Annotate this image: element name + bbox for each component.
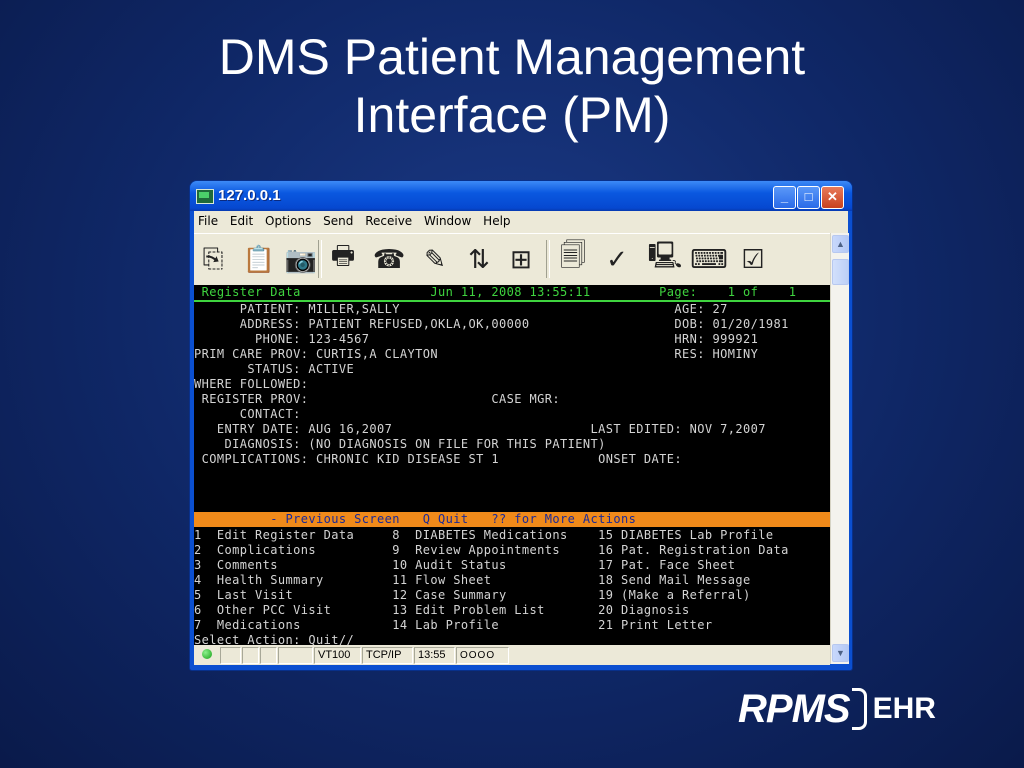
minimize-button[interactable]: _	[773, 186, 796, 209]
check-icon[interactable]: ☑	[738, 243, 768, 275]
vertical-scrollbar[interactable]: ▲ ▼	[830, 233, 849, 664]
status-bar: VT100 TCP/IP 13:55 OOOO	[194, 645, 830, 665]
status-cell-empty	[260, 647, 277, 664]
close-button[interactable]: ✕	[821, 186, 844, 209]
menu-file[interactable]: File	[194, 211, 222, 228]
action-row[interactable]: 5 Last Visit 12 Case Summary 19 (Make a …	[194, 588, 751, 603]
paste-icon[interactable]: 📋	[243, 243, 275, 275]
scroll-down-button[interactable]: ▼	[832, 644, 849, 662]
slide-title-line-2: Interface (PM)	[353, 87, 671, 143]
action-bar-text: - Previous Screen Q Quit ?? for More Act…	[194, 512, 637, 526]
status-cell-empty	[278, 647, 313, 664]
connection-status-icon	[202, 649, 212, 659]
terminal-line: ENTRY DATE: AUG 16,2007 LAST EDITED: NOV…	[194, 422, 766, 436]
status-time: 13:55	[414, 647, 455, 664]
rpms-ehr-logo: RPMS EHR	[738, 686, 936, 732]
terminal-screen[interactable]: Register Data Jun 11, 2008 13:55:11 Page…	[194, 285, 830, 645]
status-cell-empty	[220, 647, 241, 664]
action-row[interactable]: 1 Edit Register Data 8 DIABETES Medicati…	[194, 528, 773, 543]
menu-bar: File Edit Options Send Receive Window He…	[194, 211, 848, 233]
maximize-button[interactable]: □	[797, 186, 820, 209]
menu-edit[interactable]: Edit	[226, 211, 257, 228]
status-indicators: OOOO	[456, 647, 509, 664]
toolbar-separator	[546, 240, 550, 278]
phone-icon[interactable]: ☎	[373, 243, 405, 275]
status-emulation: VT100	[314, 647, 361, 664]
select-action-prompt[interactable]: Select Action: Quit//	[194, 633, 354, 645]
keyboard-icon[interactable]: ⌨	[690, 243, 728, 275]
print-icon[interactable]: 🖶	[328, 240, 358, 275]
terminal-header: Register Data Jun 11, 2008 13:55:11 Page…	[194, 285, 797, 299]
terminal-line: ADDRESS: PATIENT REFUSED,OKLA,OK,00000 D…	[194, 317, 789, 331]
menu-receive[interactable]: Receive	[361, 211, 416, 228]
menu-help[interactable]: Help	[479, 211, 514, 228]
action-row[interactable]: 3 Comments 10 Audit Status 17 Pat. Face …	[194, 558, 735, 573]
status-protocol: TCP/IP	[362, 647, 413, 664]
logo-bracket	[851, 688, 867, 730]
terminal-app-icon	[196, 189, 214, 204]
terminal-line: CONTACT:	[194, 407, 301, 421]
logo-ehr: EHR	[872, 692, 936, 725]
copy-icon[interactable]: ⎘	[198, 243, 228, 275]
action-bar: - Previous Screen Q Quit ?? for More Act…	[194, 512, 830, 527]
action-row[interactable]: 6 Other PCC Visit 13 Edit Problem List 2…	[194, 603, 690, 618]
action-row[interactable]: 2 Complications 9 Review Appointments 16…	[194, 543, 789, 558]
scroll-up-button[interactable]: ▲	[832, 235, 849, 253]
transfer-icon[interactable]: ⇅	[464, 243, 494, 275]
camera-icon[interactable]: 📷	[285, 243, 317, 275]
pen-icon[interactable]: ✎	[420, 243, 450, 275]
menu-options[interactable]: Options	[261, 211, 315, 228]
logo-rpms: RPMS	[738, 687, 851, 731]
window-titlebar[interactable]: 127.0.0.1 _ □ ✕	[190, 181, 852, 211]
terminal-line: PHONE: 123-4567 HRN: 999921	[194, 332, 759, 346]
scroll-thumb[interactable]	[832, 259, 849, 285]
terminal-line: PATIENT: MILLER,SALLY AGE: 27	[194, 302, 728, 316]
window-title: 127.0.0.1	[218, 187, 281, 204]
action-row[interactable]: 4 Health Summary 11 Flow Sheet 18 Send M…	[194, 573, 751, 588]
toolbar-separator	[318, 240, 322, 278]
terminal-line: WHERE FOLLOWED:	[194, 377, 309, 391]
menu-window[interactable]: Window	[420, 211, 475, 228]
terminal-line: DIAGNOSIS: (NO DIAGNOSIS ON FILE FOR THI…	[194, 437, 606, 451]
status-cell-empty	[242, 647, 259, 664]
slide-title-line-1: DMS Patient Management	[218, 29, 806, 85]
spellcheck-icon[interactable]: ✓	[602, 243, 632, 275]
menu-send[interactable]: Send	[319, 211, 357, 228]
terminal-line: REGISTER PROV: CASE MGR:	[194, 392, 560, 406]
connect-icon[interactable]: ⊞	[506, 243, 536, 275]
terminal-line: PRIM CARE PROV: CURTIS,A CLAYTON RES: HO…	[194, 347, 759, 361]
terminal-line: COMPLICATIONS: CHRONIC KID DISEASE ST 1 …	[194, 452, 682, 466]
action-row[interactable]: 7 Medications 14 Lab Profile 21 Print Le…	[194, 618, 712, 633]
documents-icon[interactable]: 🗐	[558, 240, 588, 275]
terminal-line: STATUS: ACTIVE	[194, 362, 355, 376]
computer-icon[interactable]: 🖳	[648, 240, 683, 275]
slide-title: DMS Patient Management Interface (PM)	[0, 28, 1024, 144]
toolbar: ⎘ 📋 📷 🖶 ☎ ✎ ⇅ ⊞ 🗐 ✓ 🖳 ⌨ ☑	[194, 233, 830, 286]
terminal-window: 127.0.0.1 _ □ ✕ File Edit Options Send R…	[190, 181, 852, 670]
